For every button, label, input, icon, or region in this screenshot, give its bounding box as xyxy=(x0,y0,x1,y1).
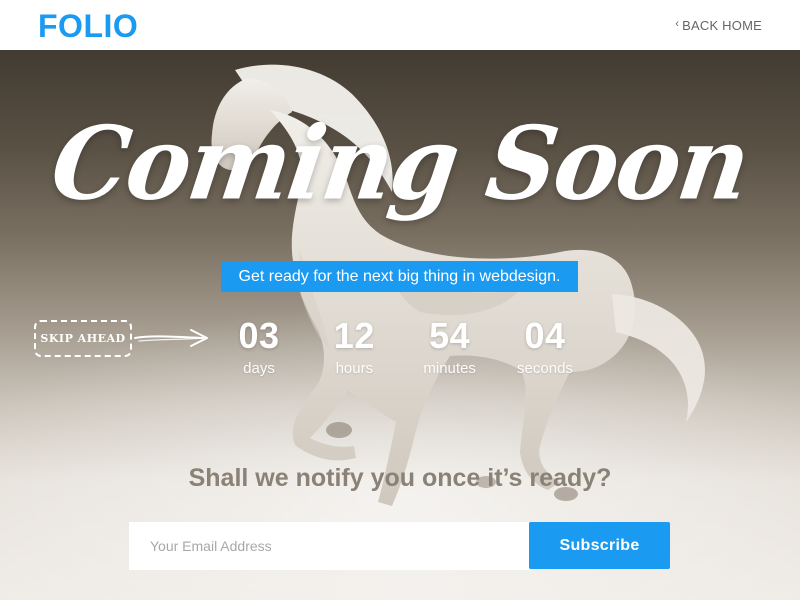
chevron-left-icon: ‹ xyxy=(675,18,680,30)
site-logo[interactable]: FOLIO xyxy=(38,10,138,42)
countdown-seconds-value: 04 xyxy=(524,315,566,356)
countdown-seconds-label: seconds xyxy=(517,360,573,377)
countdown-minutes-value: 54 xyxy=(429,315,471,356)
top-navigation-bar: FOLIO ‹ BACK HOME xyxy=(0,0,800,50)
skip-ahead-label: SKIP AHEAD xyxy=(40,332,126,345)
countdown-minutes-label: minutes xyxy=(423,360,476,377)
email-input[interactable] xyxy=(129,522,529,570)
countdown-hours-value: 12 xyxy=(333,315,375,356)
countdown-days-label: days xyxy=(243,360,275,377)
countdown-days: 03 days xyxy=(212,318,306,388)
hero-tagline: Get ready for the next big thing in webd… xyxy=(221,261,578,292)
back-home-link[interactable]: ‹ BACK HOME xyxy=(675,18,762,33)
arrow-right-icon xyxy=(134,329,208,347)
subscribe-form: Subscribe xyxy=(129,522,670,570)
countdown-seconds: 04 seconds xyxy=(498,318,592,388)
subscribe-button[interactable]: Subscribe xyxy=(529,522,670,569)
countdown-days-value: 03 xyxy=(238,315,280,356)
notify-heading: Shall we notify you once it’s ready? xyxy=(188,464,612,492)
countdown-hours-label: hours xyxy=(335,360,374,377)
skip-ahead-button[interactable]: SKIP AHEAD xyxy=(34,320,132,357)
countdown-timer: 03 days 12 hours 54 minutes 04 seconds xyxy=(212,318,592,388)
countdown-hours: 12 hours xyxy=(307,318,401,388)
countdown-minutes: 54 minutes xyxy=(403,318,497,388)
hero-section: Coming Soon Get ready for the next big t… xyxy=(0,50,800,600)
back-home-label: BACK HOME xyxy=(682,17,762,33)
hero-title: Coming Soon xyxy=(44,104,756,223)
